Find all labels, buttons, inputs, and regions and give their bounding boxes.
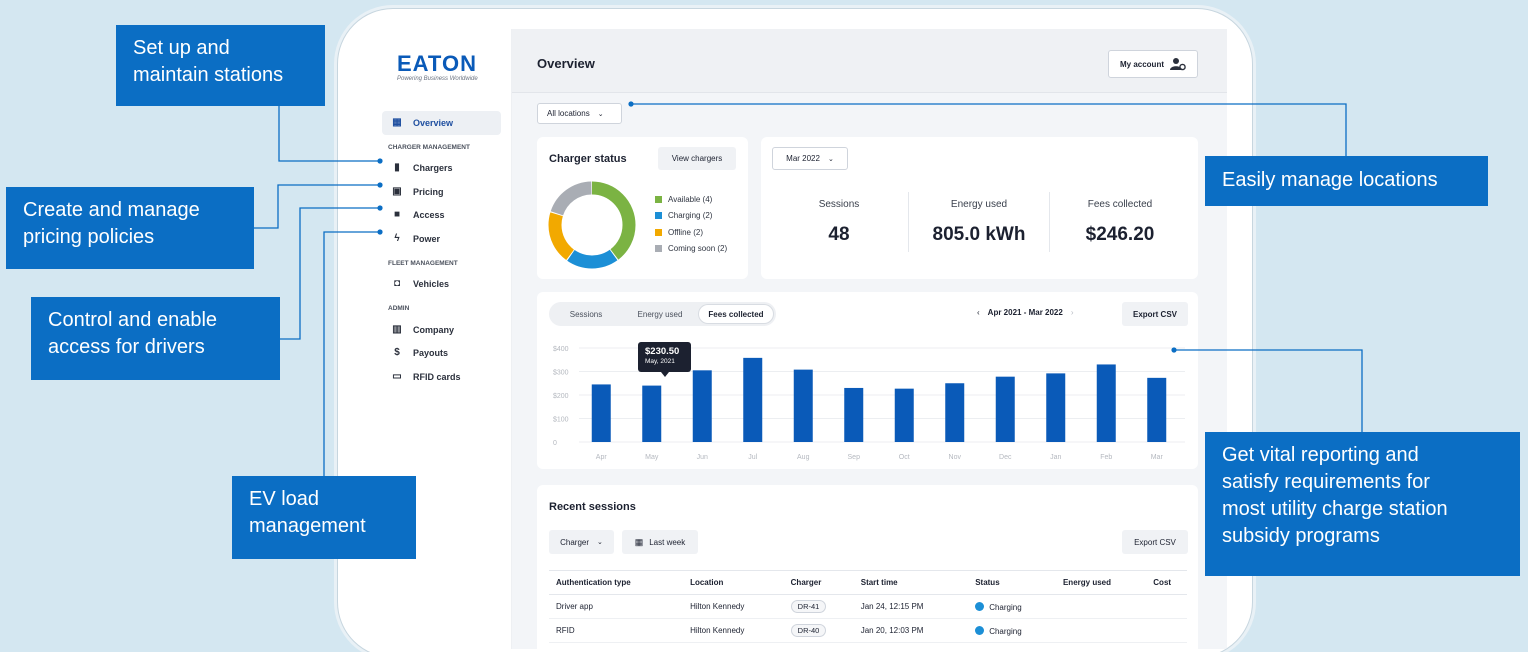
callout-line: Control and enable [48, 309, 218, 331]
callout-line: management [249, 515, 366, 537]
callout-line: Easily manage locations [1222, 169, 1438, 191]
callout-reporting: Get vital reporting and satisfy requirem… [1205, 432, 1520, 576]
callout-stations: Set up and maintain stations [116, 25, 325, 106]
callout-locations: Easily manage locations [1205, 156, 1488, 206]
callout-line: maintain stations [133, 64, 284, 86]
callout-pricing: Create and manage pricing policies [6, 187, 254, 269]
callout-line: Get vital reporting and [1222, 444, 1419, 466]
callout-line: Create and manage [23, 199, 200, 221]
callout-line: satisfy requirements for [1222, 471, 1430, 493]
callout-line: subsidy programs [1222, 525, 1380, 547]
callout-line: pricing policies [23, 226, 155, 248]
callout-line: EV load [249, 488, 320, 510]
callout-line: access for drivers [48, 336, 205, 358]
callout-load: EV load management [232, 476, 416, 559]
callout-access: Control and enable access for drivers [31, 297, 280, 380]
callout-line: Set up and [133, 37, 230, 59]
callout-line: most utility charge station [1222, 498, 1448, 520]
